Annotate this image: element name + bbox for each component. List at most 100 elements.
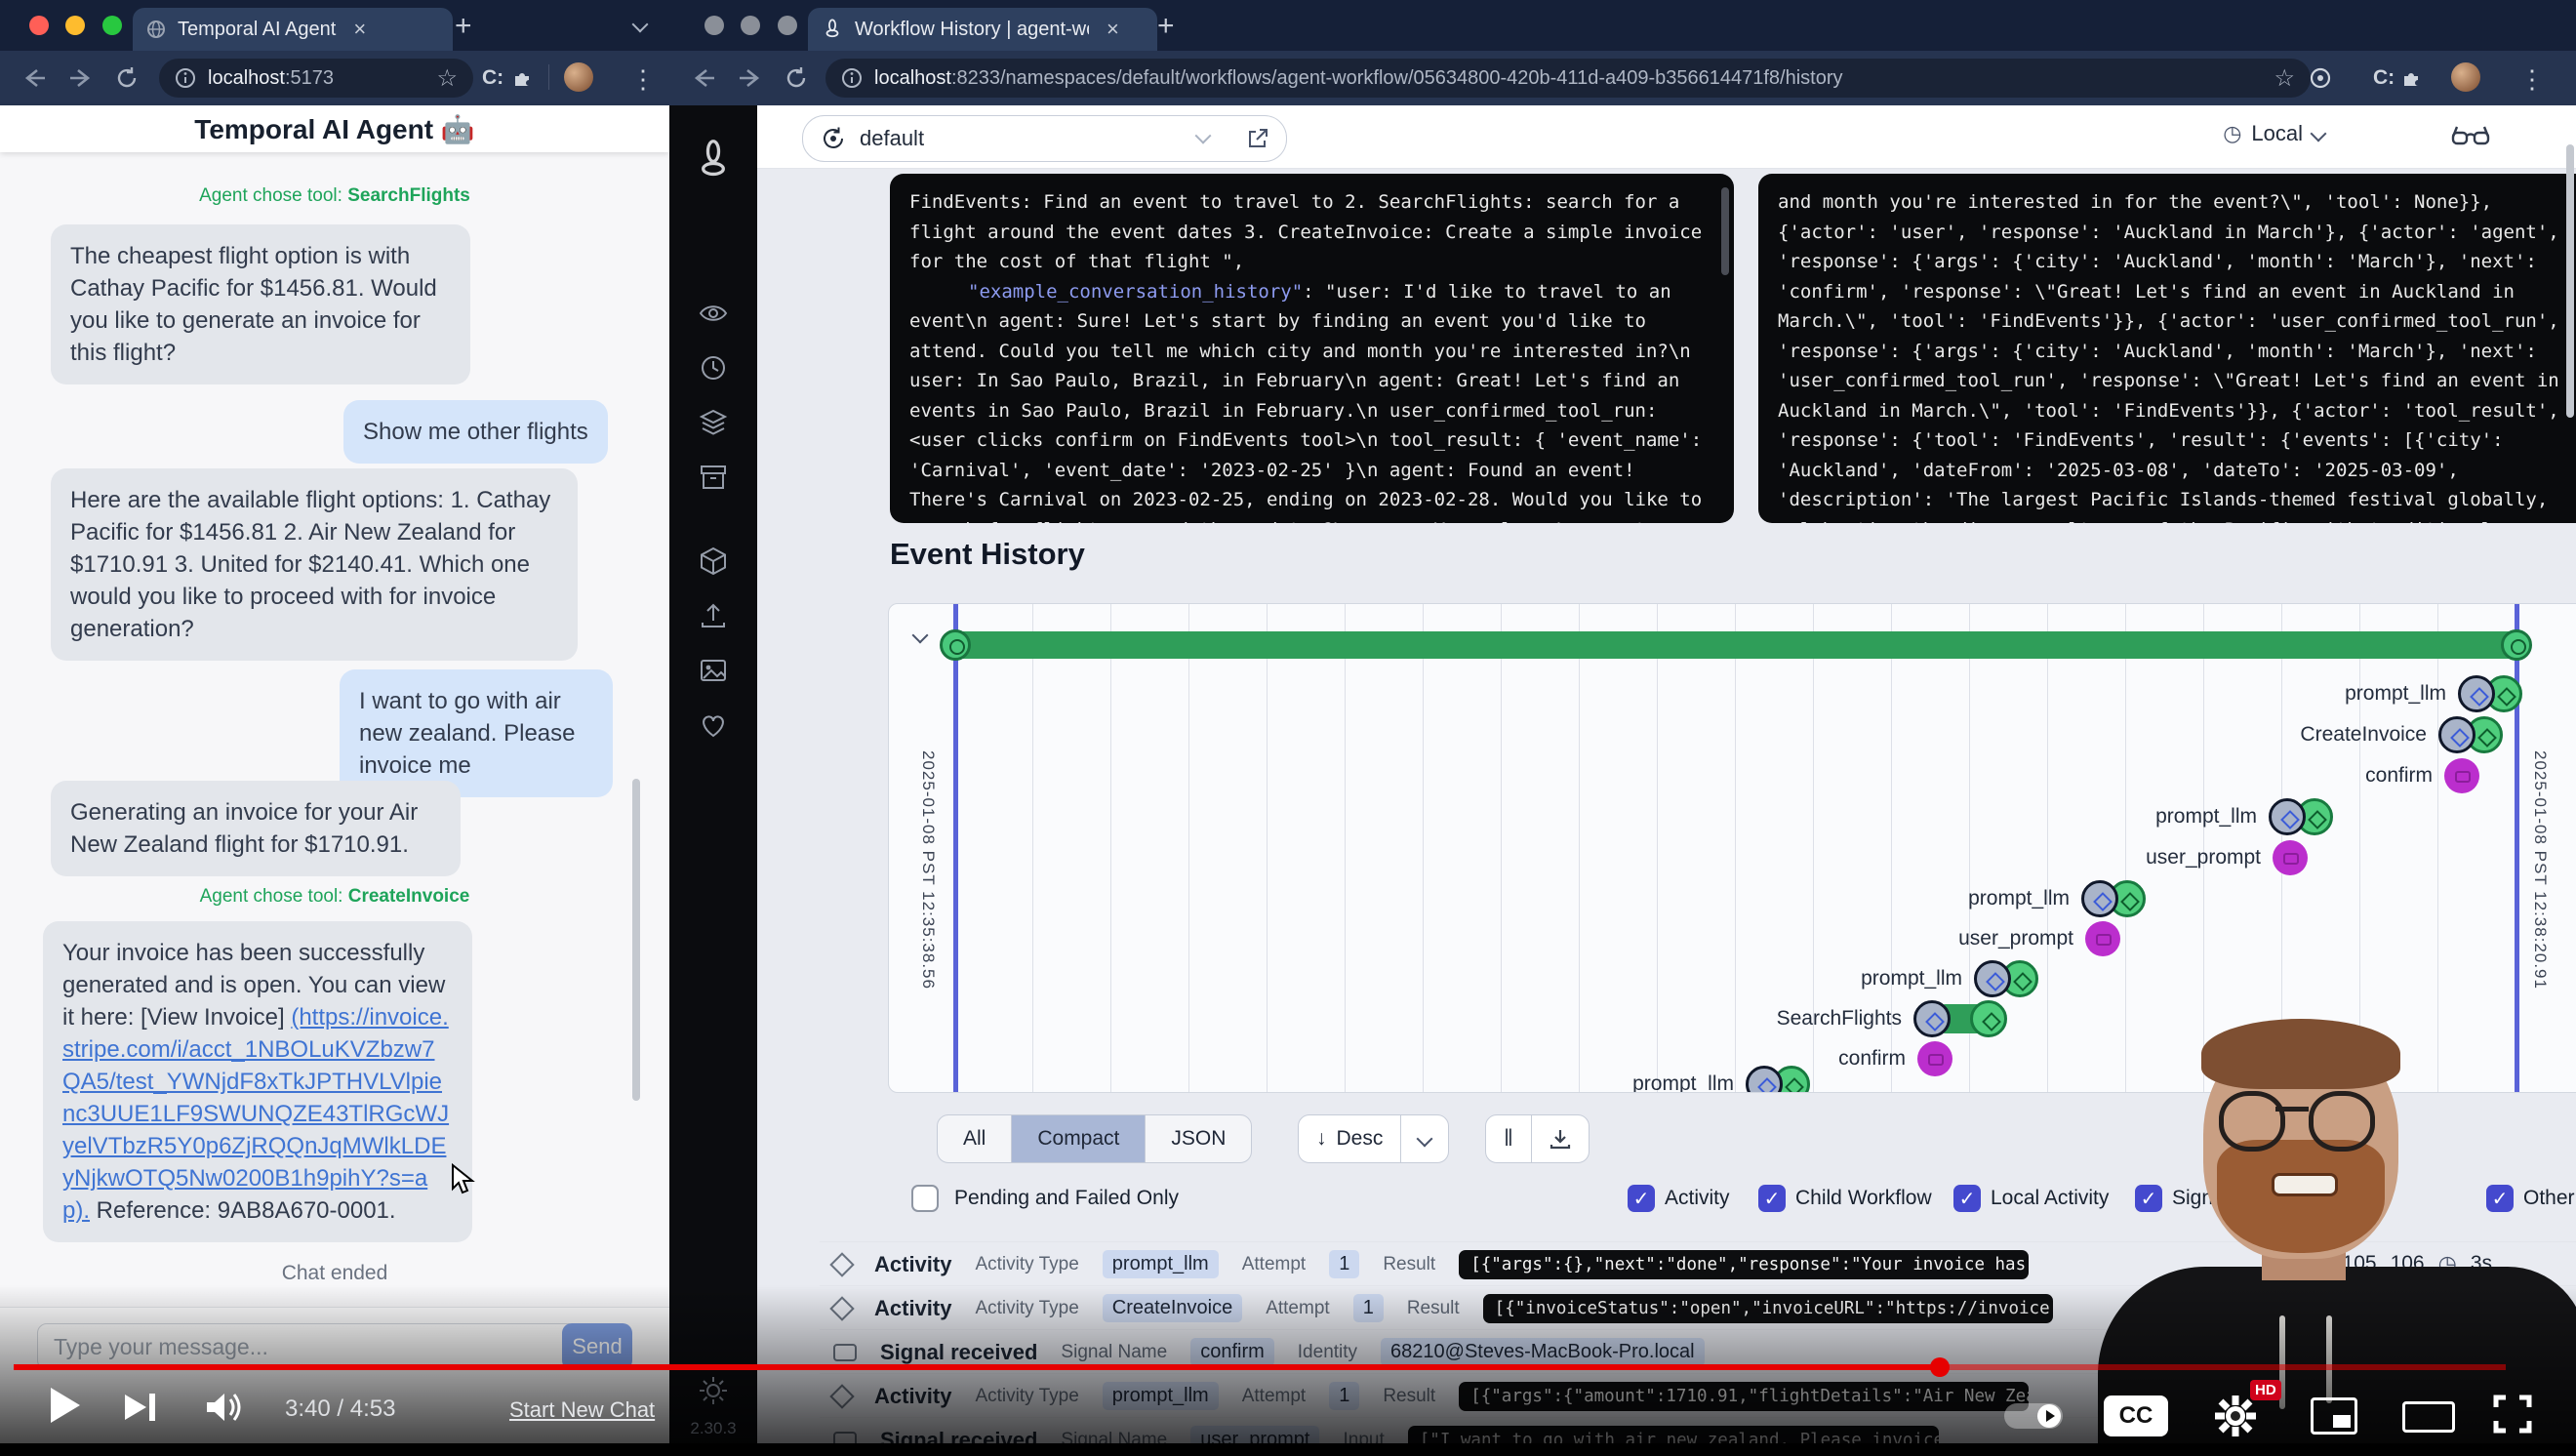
timeline-event-label[interactable]: confirm <box>2365 764 2442 788</box>
pending-failed-checkbox[interactable] <box>911 1185 939 1212</box>
timeline-collapse-chevron-icon[interactable] <box>912 627 929 644</box>
site-info-icon[interactable] <box>841 67 863 89</box>
address-bar[interactable]: localhost:8233/namespaces/default/workfl… <box>825 59 2311 98</box>
namespace-select[interactable]: default <box>802 115 1231 162</box>
timeline-event-label[interactable]: user_prompt <box>1958 927 2083 950</box>
invoice-link[interactable]: (https://invoice.stripe.com/i/acct_1NBOL… <box>62 1004 449 1224</box>
view-compact-button[interactable]: Compact <box>1012 1115 1146 1162</box>
timeline-event-label[interactable]: confirm <box>1838 1047 1915 1071</box>
start-new-chat-link[interactable]: Start New Chat <box>509 1397 655 1423</box>
signal-icon[interactable] <box>1917 1041 1952 1076</box>
tab-list-chevron-icon[interactable] <box>634 18 646 35</box>
next-button[interactable] <box>125 1394 155 1421</box>
timeline-event-label[interactable]: prompt_llm <box>1968 887 2079 910</box>
timeline-event-label[interactable]: SearchFlights <box>1777 1007 1912 1031</box>
activity-span-icon[interactable] <box>1913 1000 2007 1037</box>
workflow-input-code[interactable]: FindEvents: Find an event to travel to 2… <box>890 174 1734 523</box>
workflow-execution-bar[interactable] <box>955 631 2516 659</box>
bookmark-star-icon[interactable]: ☆ <box>2274 64 2295 93</box>
minimize-window-button[interactable] <box>741 16 760 35</box>
pause-button[interactable]: ‖ <box>1486 1115 1532 1162</box>
fullscreen-button[interactable] <box>2490 1392 2535 1436</box>
filter-activity-checkbox[interactable]: ✓ <box>1628 1185 1655 1212</box>
profile-avatar[interactable] <box>2451 62 2480 92</box>
filter-child-workflow-checkbox[interactable]: ✓ <box>1758 1185 1786 1212</box>
tab-close-icon[interactable]: × <box>353 17 366 42</box>
reload-icon[interactable] <box>115 66 139 90</box>
video-progress-remaining[interactable] <box>1938 1364 2506 1370</box>
video-progress-played[interactable] <box>14 1364 1938 1370</box>
activity-icon-pair[interactable] <box>2458 675 2522 712</box>
archive-icon[interactable] <box>699 463 728 492</box>
extensions-puzzle-icon[interactable] <box>2400 66 2424 90</box>
settings-gear-icon[interactable] <box>2213 1394 2258 1438</box>
browser-menu-icon[interactable]: ⋮ <box>2519 64 2545 95</box>
new-tab-button[interactable]: + <box>1157 10 1175 43</box>
activity-icon-pair[interactable] <box>2081 880 2146 917</box>
namespace-external-link-button[interactable] <box>1229 115 1287 162</box>
page-scrollbar[interactable] <box>2566 144 2574 418</box>
site-info-icon[interactable] <box>175 67 196 89</box>
forward-icon[interactable] <box>68 66 94 90</box>
autoplay-toggle[interactable] <box>2004 1403 2063 1429</box>
password-manager-icon[interactable] <box>2309 66 2332 90</box>
play-button[interactable] <box>51 1388 80 1423</box>
back-icon[interactable] <box>21 66 47 90</box>
close-window-button[interactable] <box>704 16 724 35</box>
extension-ci-icon[interactable]: C: <box>482 66 503 90</box>
chat-scrollbar[interactable] <box>632 779 640 1101</box>
timeline-event-label[interactable]: prompt_llm <box>2155 805 2267 829</box>
timeline-event-label[interactable]: user_prompt <box>2146 846 2271 870</box>
eye-icon[interactable] <box>699 299 728 328</box>
labs-glasses-icon[interactable] <box>2451 123 2490 150</box>
profile-avatar[interactable] <box>564 62 593 92</box>
minimize-window-button[interactable] <box>65 16 85 35</box>
video-scrubber-dot[interactable] <box>1930 1357 1950 1377</box>
code-scrollbar[interactable] <box>1721 187 1729 275</box>
sort-desc-button[interactable]: ↓Desc <box>1299 1115 1401 1162</box>
signal-icon[interactable] <box>2444 758 2479 793</box>
activity-icon-pair[interactable] <box>1974 960 2038 997</box>
filter-local-activity-checkbox[interactable]: ✓ <box>1953 1185 1981 1212</box>
captions-button[interactable]: CC <box>2104 1395 2168 1436</box>
volume-icon[interactable] <box>203 1390 246 1425</box>
cube-icon[interactable] <box>699 546 728 576</box>
activity-icon-pair[interactable] <box>1746 1066 1810 1093</box>
tab-close-icon[interactable]: × <box>1107 17 1119 42</box>
activity-icon-pair[interactable] <box>2269 798 2333 835</box>
back-icon[interactable] <box>691 66 716 90</box>
tab-temporal-ai-agent[interactable]: Temporal AI Agent × <box>133 8 453 51</box>
timeline-event-label[interactable]: CreateInvoice <box>2300 723 2436 747</box>
workflow-end-icon[interactable] <box>2501 629 2532 661</box>
extension-ci-icon[interactable]: C: <box>2373 66 2395 90</box>
address-bar[interactable]: localhost:5173 ☆ <box>159 59 473 98</box>
temporal-logo[interactable] <box>692 139 735 182</box>
reload-icon[interactable] <box>785 66 808 90</box>
workflow-start-icon[interactable] <box>940 629 971 661</box>
history-clock-icon[interactable] <box>699 353 728 383</box>
image-icon[interactable] <box>699 656 728 685</box>
close-window-button[interactable] <box>29 16 49 35</box>
timeline-event-label[interactable]: prompt_llm <box>2345 682 2456 706</box>
workflow-result-code[interactable]: and month you're interested in for the e… <box>1758 174 2576 523</box>
new-tab-button[interactable]: + <box>455 10 472 43</box>
zoom-window-button[interactable] <box>778 16 797 35</box>
timezone-select[interactable]: ◷ Local <box>2223 121 2324 146</box>
signal-icon[interactable] <box>2273 840 2308 875</box>
heart-icon[interactable] <box>699 710 728 740</box>
zoom-window-button[interactable] <box>102 16 122 35</box>
layers-icon[interactable] <box>699 408 728 437</box>
timeline-event-label[interactable]: prompt_llm <box>1861 967 1972 991</box>
miniplayer-button[interactable] <box>2311 1397 2357 1435</box>
view-all-button[interactable]: All <box>938 1115 1012 1162</box>
upload-icon[interactable] <box>699 601 728 630</box>
theater-mode-button[interactable] <box>2402 1401 2455 1433</box>
download-button[interactable] <box>1532 1115 1589 1162</box>
extensions-puzzle-icon[interactable] <box>511 66 535 90</box>
sort-chevron-button[interactable] <box>1401 1115 1448 1162</box>
browser-menu-icon[interactable]: ⋮ <box>630 64 656 95</box>
signal-icon[interactable] <box>2085 921 2120 956</box>
bookmark-star-icon[interactable]: ☆ <box>436 64 458 93</box>
forward-icon[interactable] <box>738 66 763 90</box>
tab-workflow-history[interactable]: Workflow History | agent-wor × <box>808 8 1157 51</box>
